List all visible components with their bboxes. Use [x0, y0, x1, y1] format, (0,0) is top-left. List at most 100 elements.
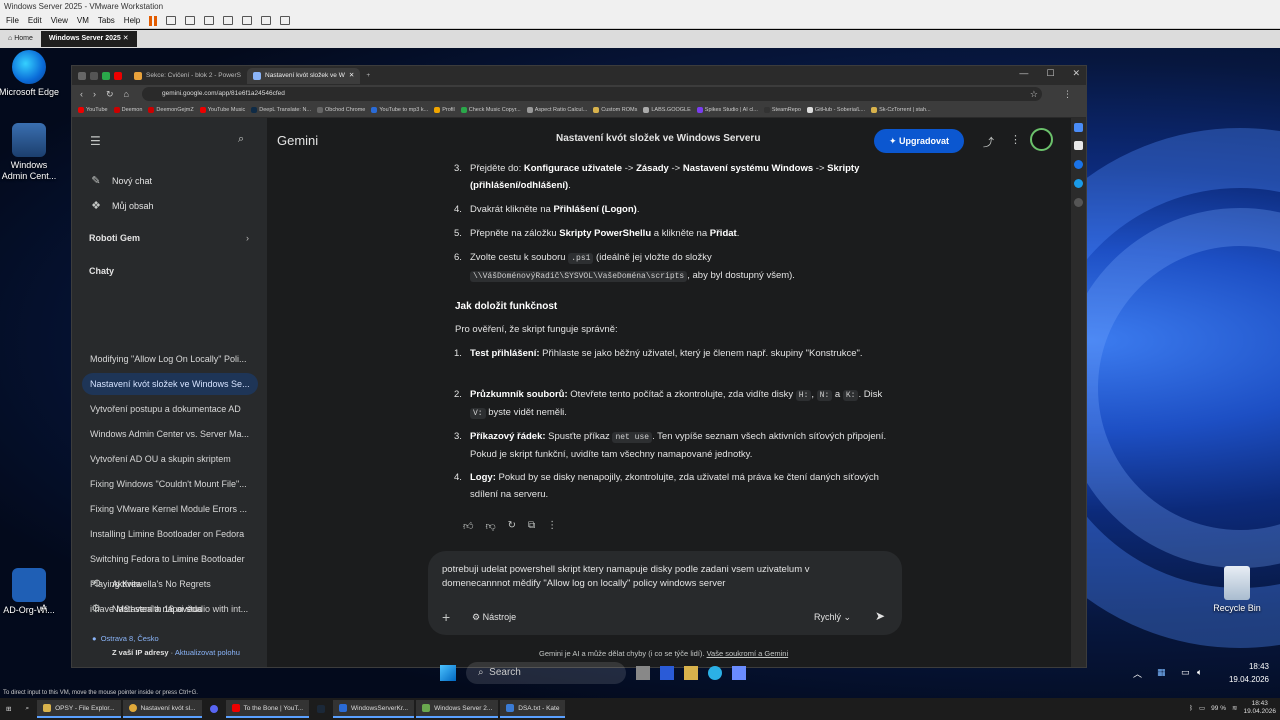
browser-tab-gemini[interactable]: Nastavení kvót složek ve W ✕ [247, 67, 361, 84]
start-icon[interactable] [440, 665, 456, 681]
tab-home[interactable]: ⌂ Home [0, 31, 41, 47]
thumbs-up-icon[interactable]: 👍︎ [463, 520, 473, 532]
bookmark-item[interactable]: Profil [434, 107, 455, 113]
prompt-input[interactable]: potrebuji udelat powershell skript ktery… [442, 563, 862, 591]
chat-item[interactable]: Modifying "Allow Log On Locally" Poli... [82, 348, 258, 370]
upgrade-button[interactable]: ✦ Upgradovat [874, 129, 964, 153]
edge-desktop-icon[interactable]: Microsoft Edge [0, 50, 61, 98]
chat-item[interactable]: Vytvoření postupu a dokumentace AD [82, 398, 258, 420]
new-chat-button[interactable]: ✎ Nový chat [90, 174, 152, 187]
console-icon[interactable] [261, 16, 272, 25]
menu-view[interactable]: View [51, 16, 68, 25]
tab-actions[interactable] [72, 68, 128, 84]
host-task-youtube[interactable]: To the Bone | YouT... [225, 700, 310, 718]
stretch-icon[interactable] [280, 16, 291, 25]
guest-search-box[interactable]: ⌕ Search [466, 662, 626, 684]
task-view-icon[interactable] [636, 666, 650, 680]
host-task-wsk[interactable]: WindowsServerKr... [333, 700, 415, 718]
unity-icon[interactable] [242, 16, 253, 25]
volume-icon[interactable]: 🔈︎ [1197, 667, 1202, 678]
revert-icon[interactable] [185, 16, 196, 25]
fullscreen-icon[interactable] [223, 16, 234, 25]
new-tab-button[interactable]: + [360, 68, 376, 84]
bookmark-item[interactable]: Obchod Chrome [317, 107, 365, 113]
bookmark-item[interactable]: YouTube to mp3 k... [371, 107, 428, 113]
display-icon[interactable]: ▭ [1181, 667, 1190, 678]
bookmark-item[interactable]: GitHub - Soberia/L... [806, 107, 865, 113]
chat-item[interactable]: Nastavení kvót složek ve Windows Se... [82, 373, 258, 395]
bookmark-item[interactable]: YouTube Music [199, 107, 245, 113]
snapshot-icon[interactable] [166, 16, 177, 25]
bookmark-item[interactable]: Aspect Ratio Calcul... [526, 107, 587, 113]
host-task-explorer[interactable]: OPSY - File Explor... [37, 700, 121, 718]
tray-chevron-icon[interactable]: ︿ [1133, 667, 1142, 680]
calendar-icon[interactable] [1074, 160, 1083, 169]
wifi-icon[interactable]: ≋ [1232, 704, 1237, 712]
battery-icon[interactable]: ▭ [1199, 704, 1205, 712]
send-icon[interactable]: ➤ [875, 609, 885, 623]
sidepanel-icon[interactable] [1074, 123, 1083, 132]
bookmark-item[interactable]: SteamRepo [763, 107, 801, 113]
bookmark-item[interactable]: YouTube [78, 107, 108, 113]
partial-desktop-icon[interactable]: A [34, 603, 54, 614]
host-clock[interactable]: 18:43 19.04.2026 [1243, 700, 1276, 716]
my-content-button[interactable]: ❖ Můj obsah [90, 199, 153, 212]
chat-item[interactable]: Installing Limine Bootloader on Fedora [82, 523, 258, 545]
server-manager-icon[interactable] [732, 666, 746, 680]
search-icon[interactable]: ⌕ [238, 133, 244, 146]
gems-section[interactable]: Roboti Gem › [89, 233, 249, 243]
browser-tab-sekce[interactable]: Sekce: Cvičení - blok 2 - PowerS [128, 68, 247, 84]
bookmark-item[interactable]: Deemon [113, 107, 142, 113]
maximize-icon[interactable]: ☐ [1046, 68, 1054, 79]
pause-icon[interactable] [149, 15, 158, 26]
forward-icon[interactable]: › [93, 89, 96, 99]
close-window-icon[interactable]: ✕ [1072, 68, 1080, 79]
add-panel-icon[interactable] [1074, 198, 1083, 207]
more-actions-icon[interactable]: ⋮ [547, 520, 557, 532]
guest-clock[interactable]: 18:43 19.04.2026 [1219, 660, 1269, 686]
bookmark-item[interactable]: LABS.GOOGLE [643, 107, 691, 113]
update-location-link[interactable]: Aktualizovat polohu [175, 648, 240, 657]
bookmark-item[interactable]: DeepL Translate: N... [251, 107, 311, 113]
settings-button[interactable]: ⚙ Nastavení a nápověda [90, 602, 202, 615]
host-task-kate[interactable]: DSA.txt - Kate [500, 700, 566, 718]
admin-center-desktop-icon[interactable]: Windows Admin Cent... [0, 123, 61, 182]
menu-icon[interactable]: ⋮ [1063, 89, 1072, 100]
bookmark-item[interactable]: Sk-CzTorrent | stah... [871, 107, 931, 113]
edge-taskbar-icon[interactable] [708, 666, 722, 680]
steam-icon[interactable] [311, 700, 331, 718]
share-icon[interactable]: ⤴ [983, 134, 994, 150]
bookmark-star-icon[interactable]: ☆ [1030, 89, 1038, 100]
powershell-icon[interactable] [660, 666, 674, 680]
chat-item[interactable]: Windows Admin Center vs. Server Ma... [82, 423, 258, 445]
more-icon[interactable]: ⋮ [1010, 133, 1021, 146]
chat-item[interactable]: Switching Fedora to Limine Bootloader [82, 548, 258, 570]
bookmark-item[interactable]: Check Music Copyr... [460, 107, 521, 113]
chat-item[interactable]: Fixing Windows "Couldn't Mount File"... [82, 473, 258, 495]
skype-icon[interactable] [1074, 179, 1083, 188]
host-task-vmware[interactable]: Windows Server 2... [416, 700, 499, 718]
url-field[interactable]: gemini.google.com/app/81e6f1a24546cfed [142, 87, 1042, 101]
host-start-icon[interactable]: ⊞ [0, 700, 17, 718]
chat-item[interactable]: Fixing VMware Kernel Module Errors ... [82, 498, 258, 520]
menu-vm[interactable]: VM [77, 16, 89, 25]
bookmark-item[interactable]: Spikes Studio | AI cl... [696, 107, 758, 113]
avatar[interactable] [1030, 128, 1053, 151]
recycle-bin-icon[interactable]: Recycle Bin [1205, 566, 1269, 614]
menu-file[interactable]: File [6, 16, 19, 25]
manager-icon[interactable] [204, 16, 215, 25]
thumbs-down-icon[interactable]: 👎︎ [485, 520, 495, 532]
back-icon[interactable]: ‹ [80, 89, 83, 99]
hamburger-menu-icon[interactable]: ☰ [90, 134, 101, 148]
bookmark-item[interactable]: DeemonGejmZ [148, 107, 194, 113]
home-icon[interactable]: ⌂ [124, 89, 129, 99]
network-icon[interactable]: ▦ [1157, 667, 1166, 678]
add-icon[interactable]: + [442, 609, 450, 625]
host-task-browser[interactable]: Nastavení kvót sl... [122, 700, 202, 718]
menu-help[interactable]: Help [124, 16, 140, 25]
regenerate-icon[interactable]: ↻ [508, 520, 516, 532]
reload-icon[interactable]: ↻ [106, 89, 114, 100]
discord-icon[interactable] [204, 700, 224, 718]
minimize-icon[interactable]: — [1019, 68, 1028, 79]
explorer-icon[interactable] [684, 666, 698, 680]
